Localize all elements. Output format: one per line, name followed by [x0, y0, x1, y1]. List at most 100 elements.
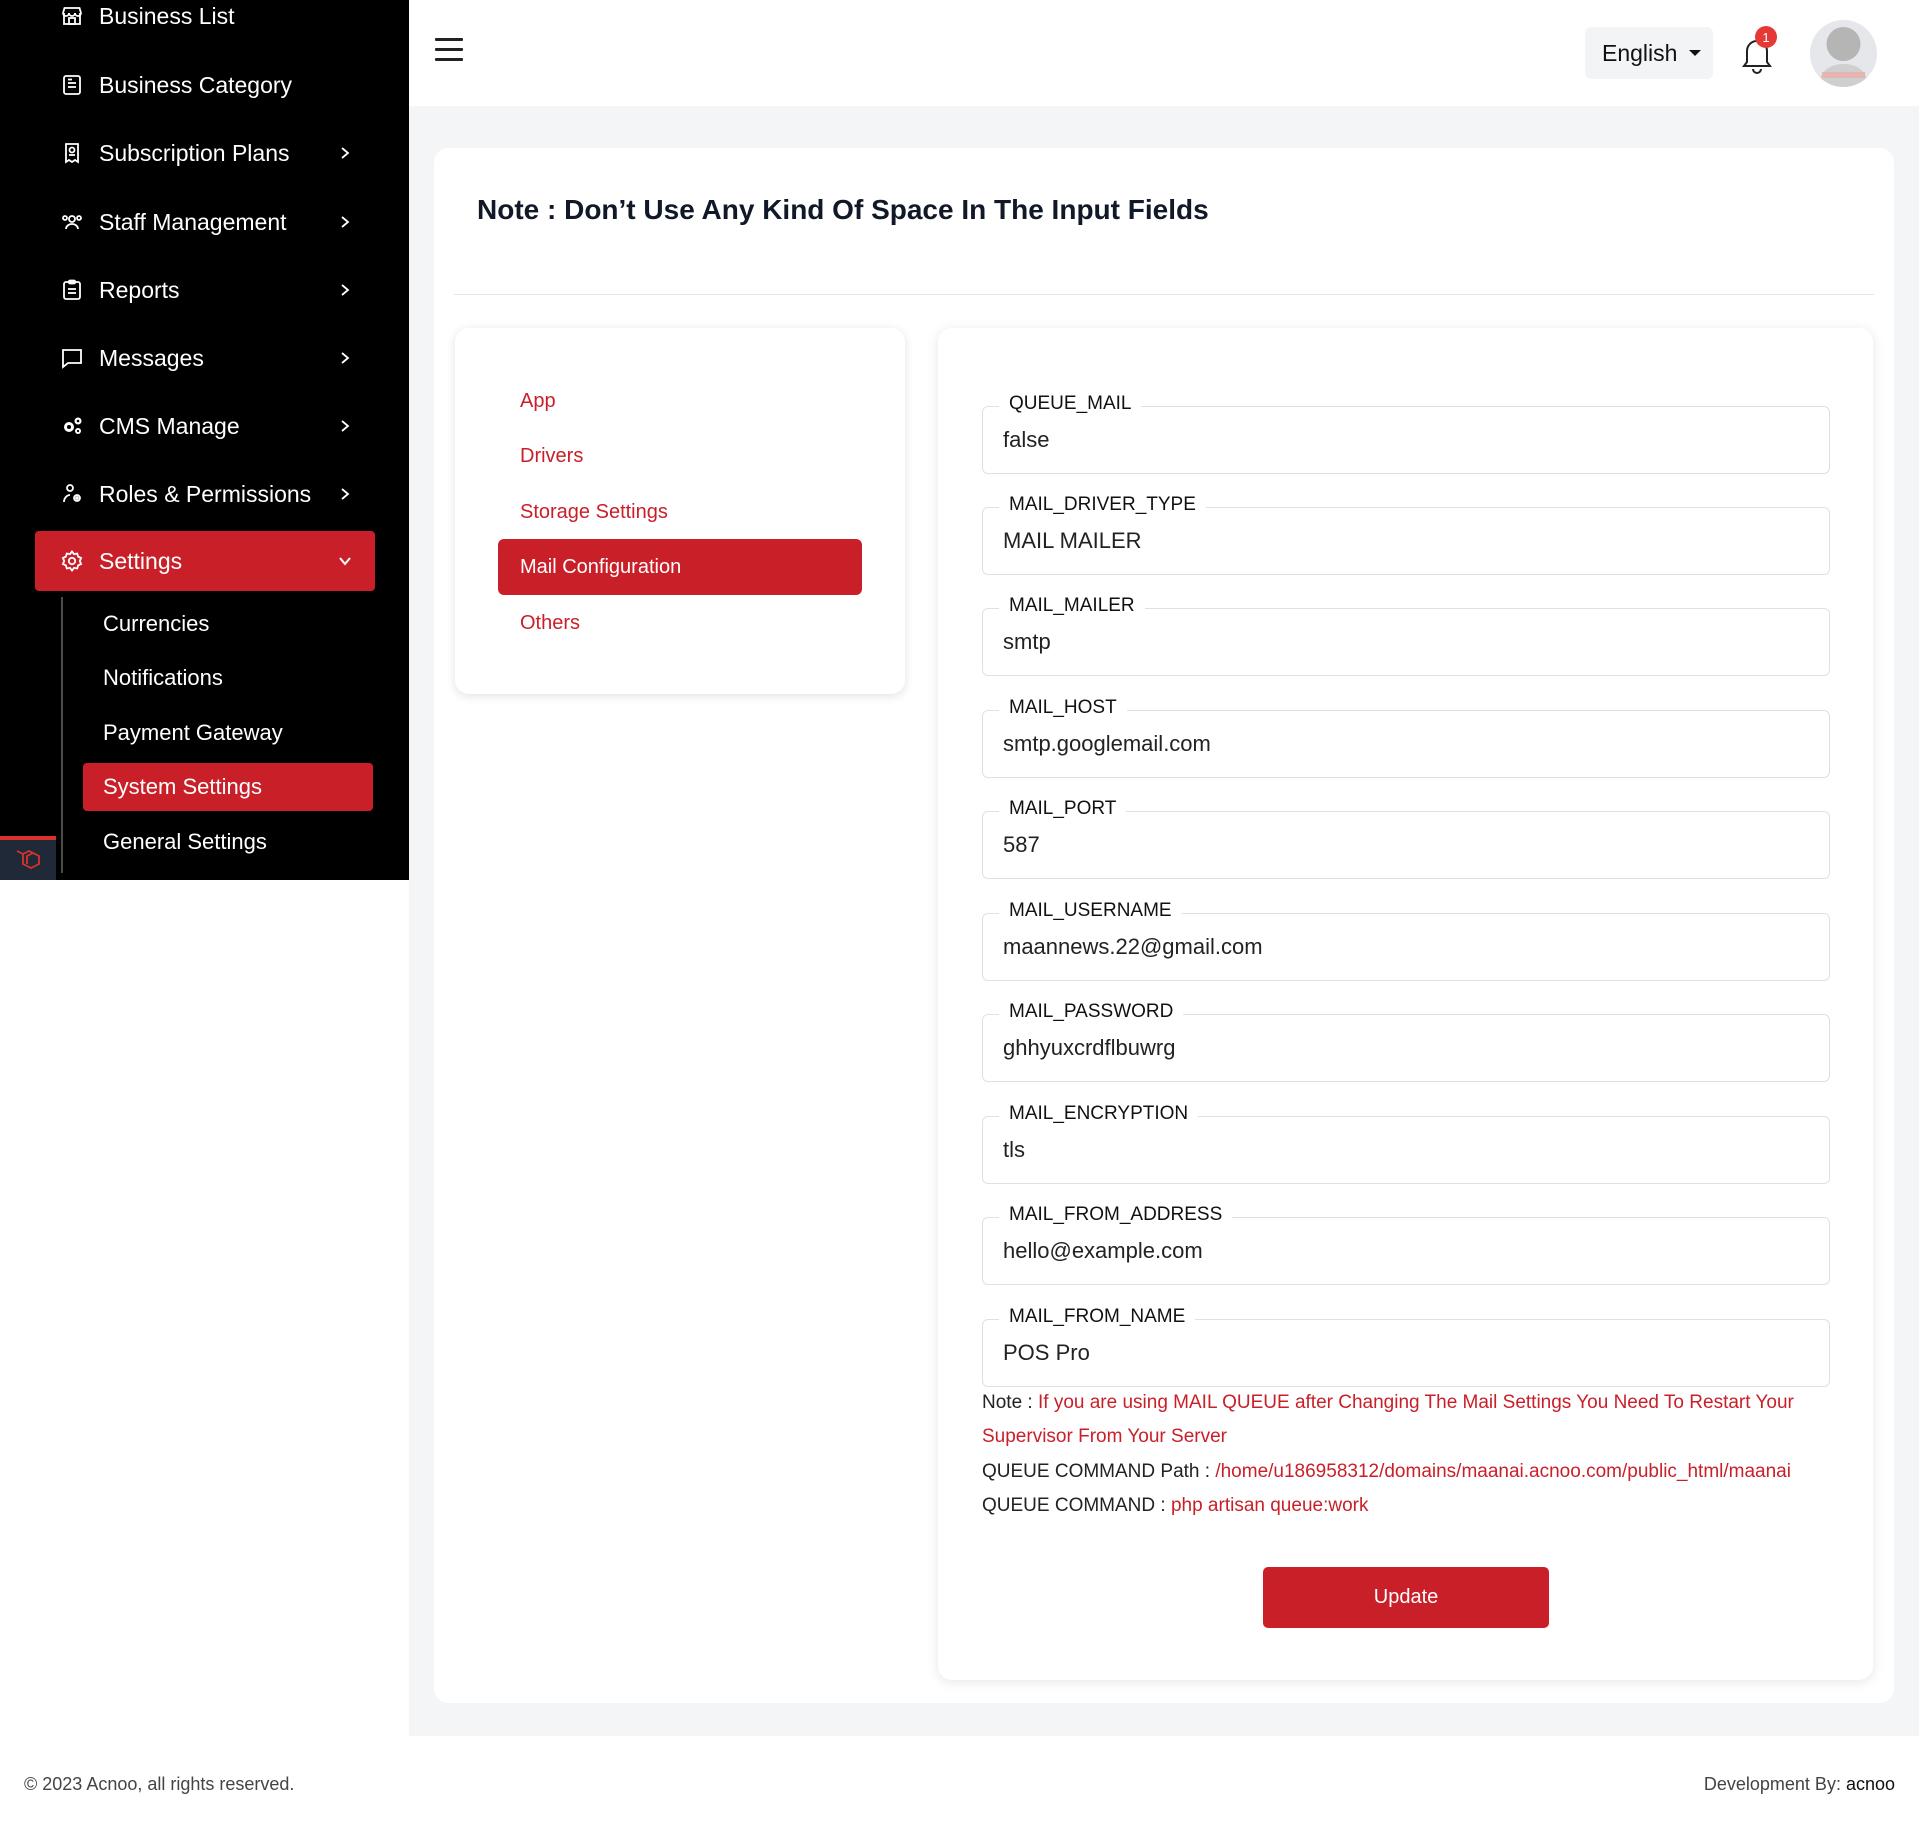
mail-password-field: MAIL_PASSWORD: [982, 1001, 1830, 1082]
gears-icon: [59, 413, 85, 439]
sidebar-item-label: CMS Manage: [99, 412, 240, 439]
sidebar-item-label: Reports: [99, 276, 180, 303]
gear-icon: [59, 548, 85, 574]
language-label: English: [1602, 39, 1678, 66]
mail-username-input[interactable]: [1003, 934, 1803, 960]
chevron-right-icon: [335, 484, 355, 504]
sidebar-item-label: Staff Management: [99, 208, 287, 235]
sidebar-item-settings[interactable]: Settings: [35, 531, 375, 591]
tab-drivers[interactable]: Drivers: [498, 428, 862, 484]
sidebar-item-label: Business Category: [99, 71, 293, 98]
store-icon: [59, 3, 85, 29]
page-title: Note : Don’t Use Any Kind Of Space In Th…: [477, 194, 1209, 225]
mail-mailer-field: MAIL_MAILER: [982, 595, 1830, 676]
chevron-right-icon: [335, 280, 355, 300]
tab-others[interactable]: Others: [498, 595, 862, 651]
tab-mail-configuration[interactable]: Mail Configuration: [498, 539, 862, 595]
chevron-down-icon: [335, 551, 355, 571]
note-label: Note :: [982, 1392, 1038, 1413]
sidebar-item-roles-permissions[interactable]: Roles & Permissions: [35, 464, 375, 524]
notification-count-badge: 1: [1755, 26, 1777, 48]
mail-mailer-input[interactable]: [1003, 629, 1803, 655]
user-avatar-icon: [1818, 27, 1869, 87]
command-value: php artisan queue:work: [1170, 1495, 1369, 1516]
tab-storage-settings[interactable]: Storage Settings: [498, 484, 862, 540]
mail-password-input[interactable]: [1003, 1035, 1803, 1061]
sidebar-item-business-list[interactable]: Business List: [35, 0, 375, 46]
command-label: QUEUE COMMAND :: [982, 1495, 1171, 1516]
sidebar-item-business-category[interactable]: Business Category: [35, 55, 375, 115]
sidebar-subitem-notifications[interactable]: Notifications: [83, 654, 373, 702]
user-roles-icon: [59, 481, 85, 507]
field-label: MAIL_HOST: [999, 697, 1127, 719]
subitem-label: System Settings: [103, 774, 262, 799]
mail-username-field: MAIL_USERNAME: [982, 900, 1830, 981]
mail-encryption-field: MAIL_ENCRYPTION: [982, 1103, 1830, 1184]
queue-note: Note : If you are using MAIL QUEUE after…: [982, 1386, 1830, 1454]
dev-link[interactable]: acnoo: [1846, 1774, 1895, 1794]
chevron-right-icon: [335, 212, 355, 232]
sidebar-item-messages[interactable]: Messages: [35, 328, 375, 388]
receipt-icon: [59, 140, 85, 166]
sidebar-item-label: Business List: [99, 2, 235, 29]
field-label: MAIL_FROM_ADDRESS: [999, 1204, 1233, 1226]
subitem-label: General Settings: [103, 829, 267, 854]
sidebar-item-label: Messages: [99, 344, 204, 371]
mail-driver-type-input[interactable]: [1003, 528, 1803, 554]
chevron-right-icon: [335, 416, 355, 436]
field-label: MAIL_PORT: [999, 798, 1127, 820]
sidebar-subitem-payment-gateway[interactable]: Payment Gateway: [83, 709, 373, 757]
avatar[interactable]: [1810, 20, 1877, 87]
subitem-label: Payment Gateway: [103, 720, 283, 745]
queue-mail-input[interactable]: [1003, 427, 1803, 453]
sidebar-item-staff-management[interactable]: Staff Management: [35, 192, 375, 252]
mail-host-field: MAIL_HOST: [982, 697, 1830, 778]
tab-app[interactable]: App: [498, 373, 862, 429]
mail-encryption-input[interactable]: [1003, 1137, 1803, 1163]
menu-toggle-icon[interactable]: [435, 38, 463, 62]
language-dropdown[interactable]: English: [1585, 27, 1713, 79]
dev-label: Development By:: [1703, 1774, 1846, 1794]
subitem-label: Currencies: [103, 611, 210, 636]
mail-from-name-input[interactable]: [1003, 1340, 1803, 1366]
queue-command: QUEUE COMMAND : php artisan queue:work: [982, 1489, 1368, 1523]
sidebar-subitem-currencies[interactable]: Currencies: [83, 600, 373, 648]
sidebar-item-label: Settings: [99, 547, 183, 574]
sidebar: Business List Business Category Subscrip…: [0, 0, 409, 880]
mail-from-address-input[interactable]: [1003, 1238, 1803, 1264]
queue-command-path: QUEUE COMMAND Path : /home/u186958312/do…: [982, 1455, 1791, 1489]
sidebar-item-label: Roles & Permissions: [99, 480, 312, 507]
sidebar-item-label: Subscription Plans: [99, 139, 290, 166]
update-button[interactable]: Update: [1263, 1567, 1549, 1628]
laravel-debug-badge[interactable]: [0, 836, 56, 880]
sidebar-subitem-general-settings[interactable]: General Settings: [83, 818, 373, 866]
field-label: QUEUE_MAIL: [999, 393, 1142, 415]
field-label: MAIL_MAILER: [999, 595, 1145, 617]
mail-from-name-field: MAIL_FROM_NAME: [982, 1306, 1830, 1387]
subitem-label: Notifications: [103, 665, 223, 690]
mail-from-address-field: MAIL_FROM_ADDRESS: [982, 1204, 1830, 1285]
laravel-icon: [16, 849, 40, 870]
submenu-guide-line: [61, 597, 63, 873]
mail-port-field: MAIL_PORT: [982, 798, 1830, 879]
clipboard-icon: [59, 277, 85, 303]
footer-credit: Development By: acnoo: [1704, 1774, 1895, 1795]
chat-icon: [59, 345, 85, 371]
path-label: QUEUE COMMAND Path :: [982, 1461, 1216, 1482]
queue-mail-field: QUEUE_MAIL: [982, 393, 1830, 474]
note-text: If you are using MAIL QUEUE after Changi…: [982, 1392, 1794, 1447]
chevron-right-icon: [335, 348, 355, 368]
sidebar-item-reports[interactable]: Reports: [35, 260, 375, 320]
sidebar-item-cms-manage[interactable]: CMS Manage: [35, 396, 375, 456]
mail-port-input[interactable]: [1003, 832, 1803, 858]
title-divider: [454, 294, 1874, 295]
chevron-right-icon: [335, 143, 355, 163]
field-label: MAIL_FROM_NAME: [999, 1306, 1196, 1328]
mail-host-input[interactable]: [1003, 731, 1803, 757]
path-value: /home/u186958312/domains/maanai.acnoo.co…: [1215, 1461, 1791, 1482]
top-header: English 1: [409, 0, 1919, 106]
sidebar-item-subscription-plans[interactable]: Subscription Plans: [35, 123, 375, 183]
field-label: MAIL_PASSWORD: [999, 1001, 1184, 1023]
caret-down-icon: [1689, 50, 1702, 56]
sidebar-subitem-system-settings[interactable]: System Settings: [83, 763, 373, 811]
